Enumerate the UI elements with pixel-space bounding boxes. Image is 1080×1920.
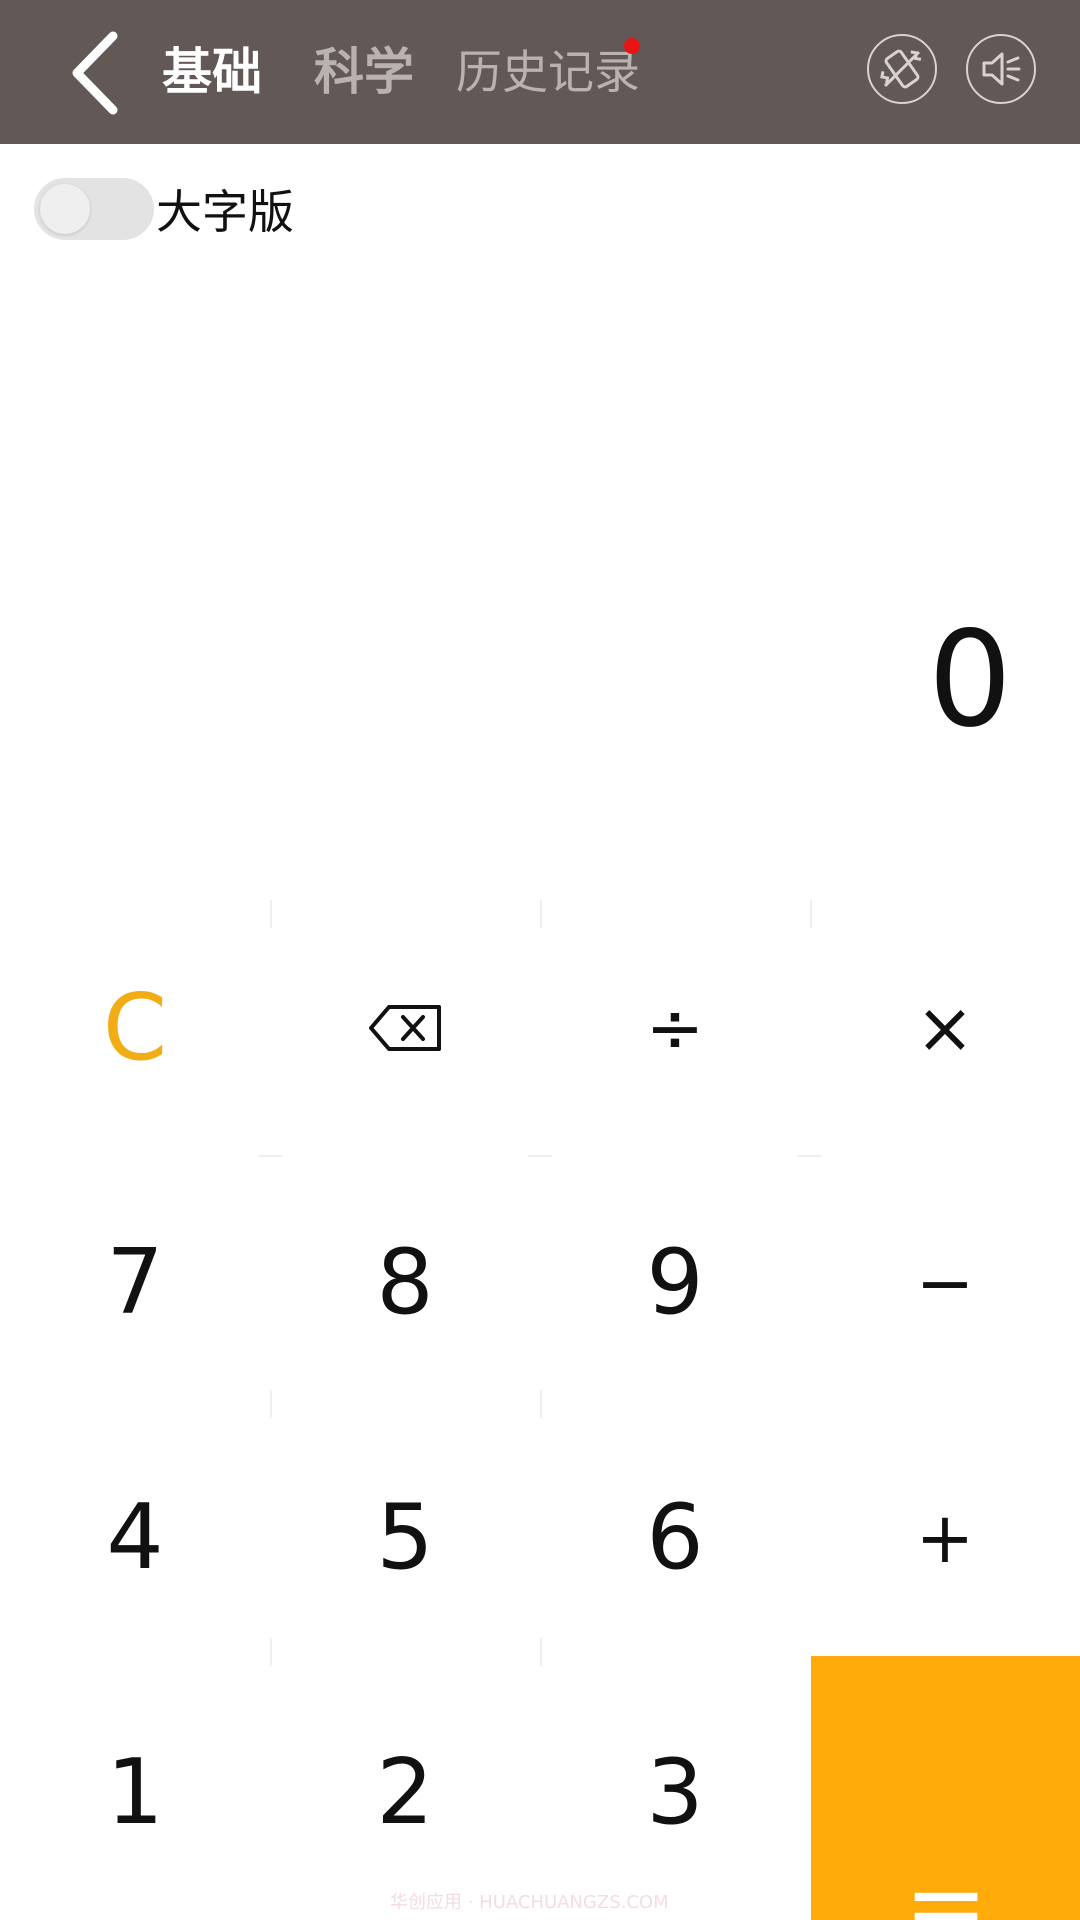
vibration-toggle-button[interactable] xyxy=(867,34,937,104)
digit-8-button[interactable]: 8 xyxy=(270,1155,540,1410)
digit-1-button[interactable]: 1 xyxy=(0,1665,270,1920)
sound-toggle-button[interactable] xyxy=(966,34,1036,104)
tab-basic[interactable]: 基础 xyxy=(162,40,262,104)
clear-button[interactable]: C xyxy=(0,900,270,1155)
sound-off-icon xyxy=(982,52,1021,86)
subtract-button[interactable]: − xyxy=(810,1155,1080,1410)
digit-6-button[interactable]: 6 xyxy=(540,1410,810,1665)
top-bar: 基础 科学 历史记录 xyxy=(0,0,1080,144)
tab-scientific[interactable]: 科学 xyxy=(314,40,414,104)
backspace-button[interactable] xyxy=(270,900,540,1155)
backspace-icon xyxy=(369,1004,441,1051)
watermark: 华创应用 · HUACHUANGZS.COM xyxy=(390,1892,669,1913)
multiply-button[interactable]: × xyxy=(810,900,1080,1155)
digit-5-button[interactable]: 5 xyxy=(270,1410,540,1665)
keypad: C ÷ × 7 8 9 − 4 5 6 + 1 2 3 = xyxy=(0,900,1080,1920)
digit-4-button[interactable]: 4 xyxy=(0,1410,270,1665)
digit-3-button[interactable]: 3 xyxy=(540,1665,810,1920)
vibration-off-icon xyxy=(880,49,922,89)
digit-9-button[interactable]: 9 xyxy=(540,1155,810,1410)
switch-knob xyxy=(40,184,90,234)
equals-button[interactable]: = xyxy=(811,1656,1080,1920)
tab-history[interactable]: 历史记录 xyxy=(456,40,640,104)
digit-2-button[interactable]: 2 xyxy=(270,1665,540,1920)
divide-button[interactable]: ÷ xyxy=(540,900,810,1155)
back-icon xyxy=(72,31,118,115)
history-badge xyxy=(624,38,640,54)
equals-label: = xyxy=(904,1845,988,1920)
add-button[interactable]: + xyxy=(810,1410,1080,1665)
digit-7-button[interactable]: 7 xyxy=(0,1155,270,1410)
large-font-switch[interactable] xyxy=(34,178,154,240)
large-font-label: 大字版 xyxy=(156,185,294,239)
result-display: 0 xyxy=(928,603,1012,757)
back-button[interactable] xyxy=(40,18,150,128)
